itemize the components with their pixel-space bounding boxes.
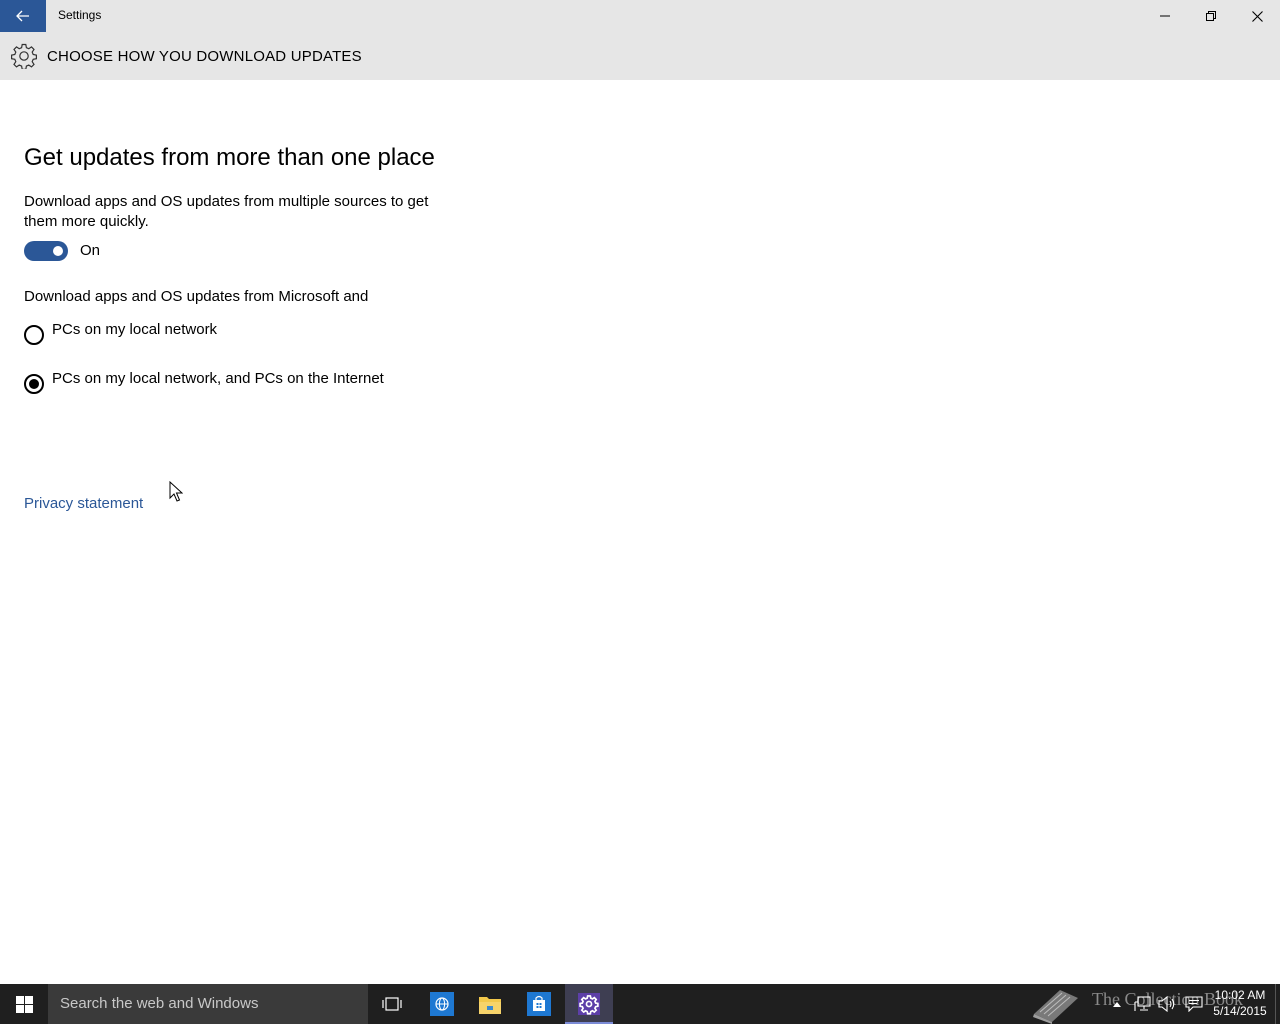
- restore-button[interactable]: [1188, 0, 1234, 32]
- privacy-statement-link[interactable]: Privacy statement: [24, 495, 143, 512]
- toggle-knob: [53, 246, 63, 256]
- back-button[interactable]: [0, 0, 46, 32]
- multiple-sources-toggle[interactable]: [24, 241, 68, 261]
- settings-gear-icon: [578, 993, 600, 1015]
- restore-icon: [1206, 11, 1216, 21]
- settings-window: Settings CHOOSE HOW YOU DOWNLOAD UPDATES…: [0, 0, 1280, 984]
- message-icon: [1185, 996, 1203, 1012]
- radio-label-local-and-internet[interactable]: PCs on my local network, and PCs on the …: [52, 370, 384, 387]
- taskbar-app-internet-explorer[interactable]: [418, 984, 466, 1024]
- minimize-icon: [1160, 15, 1170, 17]
- window-title: Settings: [58, 8, 102, 22]
- back-arrow-icon: [16, 10, 29, 22]
- radio-group-heading: Download apps and OS updates from Micros…: [24, 288, 369, 305]
- browser-icon: [430, 992, 454, 1016]
- windows-logo-icon: [15, 995, 33, 1013]
- folder-icon: [479, 997, 501, 1014]
- close-icon: [1251, 10, 1263, 22]
- mouse-cursor-icon: [169, 481, 183, 502]
- radio-local-network[interactable]: [24, 325, 44, 345]
- volume-icon: [1158, 996, 1175, 1012]
- gear-icon: [11, 43, 37, 69]
- store-bag-icon: [527, 992, 551, 1016]
- book-logo-icon: [1033, 990, 1078, 1024]
- toggle-state-label: On: [80, 242, 101, 259]
- taskbar-app-file-explorer[interactable]: [466, 984, 514, 1024]
- title-bar: Settings: [0, 0, 1280, 32]
- section-title: Get updates from more than one place: [24, 144, 435, 171]
- task-view-button[interactable]: [368, 984, 416, 1024]
- clock-date: 5/14/2015: [1213, 1004, 1267, 1018]
- close-button[interactable]: [1234, 0, 1280, 32]
- radio-local-and-internet[interactable]: [24, 374, 44, 394]
- section-description: Download apps and OS updates from multip…: [24, 193, 429, 230]
- taskbar-clock[interactable]: 10:02 AM 5/14/2015: [1208, 987, 1272, 1019]
- page-header: CHOOSE HOW YOU DOWNLOAD UPDATES: [0, 32, 1280, 80]
- volume-tray-button[interactable]: [1156, 984, 1178, 1024]
- taskbar: Search the web and Windows The Collectio…: [0, 984, 1280, 1024]
- network-icon: [1134, 996, 1151, 1011]
- start-button[interactable]: [0, 984, 48, 1024]
- clock-time: 10:02 AM: [1214, 988, 1266, 1002]
- radio-selected-dot: [29, 379, 39, 389]
- chevron-up-icon: [1113, 1002, 1121, 1007]
- taskbar-search-box[interactable]: Search the web and Windows: [48, 984, 368, 1024]
- action-center-button[interactable]: [1182, 984, 1206, 1024]
- radio-label-local-network[interactable]: PCs on my local network: [52, 321, 217, 338]
- show-desktop-button[interactable]: [1275, 984, 1280, 1024]
- network-tray-button[interactable]: [1132, 984, 1154, 1024]
- taskbar-app-settings[interactable]: [565, 984, 613, 1024]
- search-placeholder: Search the web and Windows: [60, 995, 259, 1012]
- minimize-button[interactable]: [1142, 0, 1188, 32]
- page-title: CHOOSE HOW YOU DOWNLOAD UPDATES: [47, 48, 362, 65]
- taskbar-app-store[interactable]: [515, 984, 563, 1024]
- show-hidden-icons-button[interactable]: [1108, 984, 1126, 1024]
- task-view-icon: [382, 997, 402, 1011]
